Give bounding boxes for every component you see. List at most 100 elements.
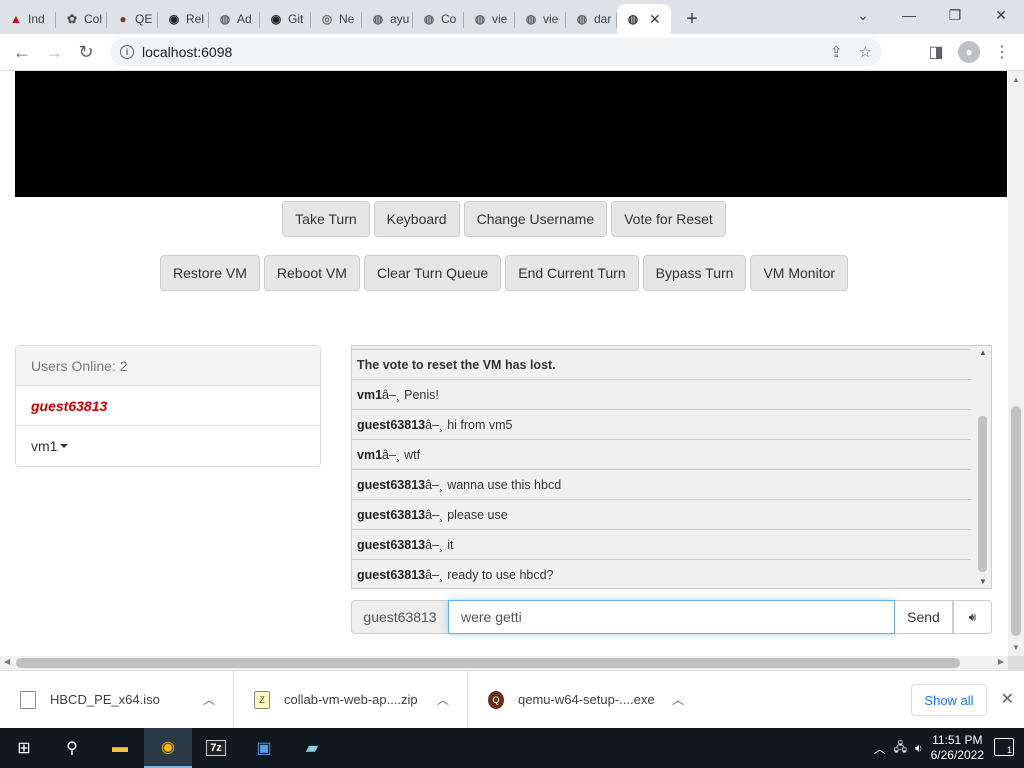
restore-vm-button[interactable]: Restore VM xyxy=(159,255,260,291)
chrome-icon: ◎ xyxy=(321,12,333,26)
chrome-icon[interactable]: ◉ xyxy=(144,728,192,768)
tab-title: dar xyxy=(594,12,612,26)
side-panel-icon[interactable]: ◨ xyxy=(922,36,950,68)
qemu-icon: Q xyxy=(488,690,504,709)
globe-icon: ◍ xyxy=(219,12,231,26)
close-window-button[interactable]: ✕ xyxy=(978,0,1024,30)
back-button[interactable]: ← xyxy=(6,36,38,68)
chevron-up-icon[interactable]: ︿ xyxy=(203,691,215,708)
chat-message-text: wtf xyxy=(404,447,421,462)
keyboard-button[interactable]: Keyboard xyxy=(373,201,460,237)
notepad-icon[interactable]: ▰ xyxy=(288,728,336,768)
scrollbar-corner xyxy=(1008,656,1024,670)
browser-tab[interactable]: ◉ Rel xyxy=(158,4,209,34)
take-turn-button[interactable]: Take Turn xyxy=(282,201,370,237)
download-item[interactable]: Q qemu-w64-setup-....exe ︿ xyxy=(468,671,702,729)
share-icon[interactable]: ⇪ xyxy=(830,43,843,61)
scroll-left-icon[interactable]: ◀ xyxy=(4,657,10,666)
chat-scroll-thumb[interactable] xyxy=(978,416,987,572)
reboot-vm-button[interactable]: Reboot VM xyxy=(263,255,360,291)
search-icon[interactable]: ⚲ xyxy=(48,728,96,768)
chevron-up-icon[interactable]: ︿ xyxy=(874,740,886,757)
chat-message-separator: â–¸ xyxy=(425,537,444,552)
app-window-icon[interactable]: ▣ xyxy=(240,728,288,768)
browser-tab[interactable]: ◍ vie xyxy=(464,4,515,34)
chat-username-label[interactable]: guest63813 xyxy=(351,600,448,634)
browser-tab[interactable]: ✿ Col xyxy=(56,4,107,34)
chat-message-text: wanna use this hbcd xyxy=(447,477,562,492)
tab-active[interactable]: ◍ ✕ xyxy=(617,4,671,34)
chat-message-input[interactable] xyxy=(448,600,895,634)
close-download-bar-icon[interactable]: ✕ xyxy=(1001,689,1014,709)
system-message: The vote to reset the VM has lost. xyxy=(352,350,971,380)
download-item[interactable]: HBCD_PE_x64.iso ︿ xyxy=(0,670,234,729)
tab-title: vie xyxy=(492,12,508,26)
start-button-icon[interactable]: ⊞ xyxy=(0,728,48,768)
browser-tab[interactable]: ▲ Ind xyxy=(0,4,56,34)
tab-title: Ne xyxy=(339,12,355,26)
chat-scrollbar[interactable]: ▲ ▼ xyxy=(974,346,991,588)
page-hscroll-thumb[interactable] xyxy=(16,658,960,668)
user-item-self[interactable]: guest63813 xyxy=(16,386,320,426)
browser-tab[interactable]: ● QE xyxy=(107,4,158,34)
page-scroll-thumb[interactable] xyxy=(1011,406,1021,636)
page-content: Take Turn Keyboard Change Username Vote for… xyxy=(0,71,1008,656)
scroll-up-icon[interactable]: ▲ xyxy=(979,348,987,357)
volume-icon[interactable]: 🔊︎ xyxy=(953,600,992,634)
restore-button[interactable]: ❐ xyxy=(932,0,978,30)
browser-tab[interactable]: ◎ Ne xyxy=(311,4,362,34)
address-text: localhost:6098 xyxy=(142,44,233,60)
browser-tab[interactable]: ◉ Git xyxy=(260,4,311,34)
chevron-up-icon[interactable]: ︿ xyxy=(437,691,449,708)
close-tab-icon[interactable]: ✕ xyxy=(649,11,661,28)
browser-tab[interactable]: ◍ Ad xyxy=(209,4,260,34)
clear-turn-queue-button[interactable]: Clear Turn Queue xyxy=(363,255,502,291)
volume-icon[interactable]: 🔉︎ xyxy=(915,741,923,756)
tab-search-icon[interactable]: ⌄ xyxy=(840,0,886,30)
user-item-vm1[interactable]: vm1 xyxy=(16,426,320,466)
address-bar[interactable]: i localhost:6098 ⇪ ☆ xyxy=(110,38,882,66)
chat-message-text: ready to use hbcd? xyxy=(447,567,554,582)
scroll-right-icon[interactable]: ▶ xyxy=(998,657,1004,666)
send-button[interactable]: Send xyxy=(895,600,953,634)
file-explorer-icon[interactable]: ▬ xyxy=(96,728,144,768)
change-username-button[interactable]: Change Username xyxy=(463,201,608,237)
page-vertical-scrollbar[interactable]: ▲ ▼ xyxy=(1008,71,1024,656)
chat-message-text: please use xyxy=(447,507,508,522)
chevron-up-icon[interactable]: ︿ xyxy=(672,691,684,708)
site-info-icon[interactable]: i xyxy=(120,45,134,59)
globe-icon: ◍ xyxy=(372,12,384,26)
chat-message-user: guest63813 xyxy=(357,507,426,522)
clock[interactable]: 11:51 PM 6/26/2022 xyxy=(931,733,984,763)
tab-title: QE xyxy=(135,12,153,26)
7zip-icon[interactable]: 7z xyxy=(192,728,240,768)
browser-tab[interactable]: ◍ dar xyxy=(566,4,617,34)
vote-for-reset-button[interactable]: Vote for Reset xyxy=(611,201,726,237)
bookmark-star-icon[interactable]: ☆ xyxy=(859,43,872,61)
tab-title: vie xyxy=(543,12,559,26)
scroll-up-icon[interactable]: ▲ xyxy=(1012,75,1020,84)
browser-tab[interactable]: ◍ ayu xyxy=(362,4,413,34)
chat-message-user: guest63813 xyxy=(357,417,426,432)
vm-display[interactable] xyxy=(15,71,1007,197)
download-item[interactable]: Z collab-vm-web-ap....zip ︿ xyxy=(234,670,468,729)
network-icon[interactable]: 🖧︎ xyxy=(894,738,907,759)
end-current-turn-button[interactable]: End Current Turn xyxy=(505,255,639,291)
chat-message-separator: â–¸ xyxy=(425,477,444,492)
scroll-down-icon[interactable]: ▼ xyxy=(1012,643,1020,652)
profile-avatar-icon[interactable]: ● xyxy=(958,41,980,63)
globe-icon: ◍ xyxy=(423,12,435,26)
notification-center-icon[interactable]: 1 xyxy=(994,738,1014,756)
forward-button[interactable]: → xyxy=(38,36,70,68)
reload-button[interactable]: ↻ xyxy=(70,36,102,68)
minimize-button[interactable]: — xyxy=(886,0,932,30)
show-all-button[interactable]: Show all xyxy=(911,684,987,716)
bypass-turn-button[interactable]: Bypass Turn xyxy=(642,255,747,291)
browser-tab[interactable]: ◍ Co xyxy=(413,4,464,34)
vm-monitor-button[interactable]: VM Monitor xyxy=(750,255,849,291)
new-tab-button[interactable]: + xyxy=(677,4,707,34)
menu-kebab-icon[interactable]: ⋮ xyxy=(988,36,1016,68)
browser-tab[interactable]: ◍ vie xyxy=(515,4,566,34)
scroll-down-icon[interactable]: ▼ xyxy=(979,577,987,586)
page-horizontal-scrollbar[interactable]: ◀ ▶ xyxy=(0,656,1008,670)
